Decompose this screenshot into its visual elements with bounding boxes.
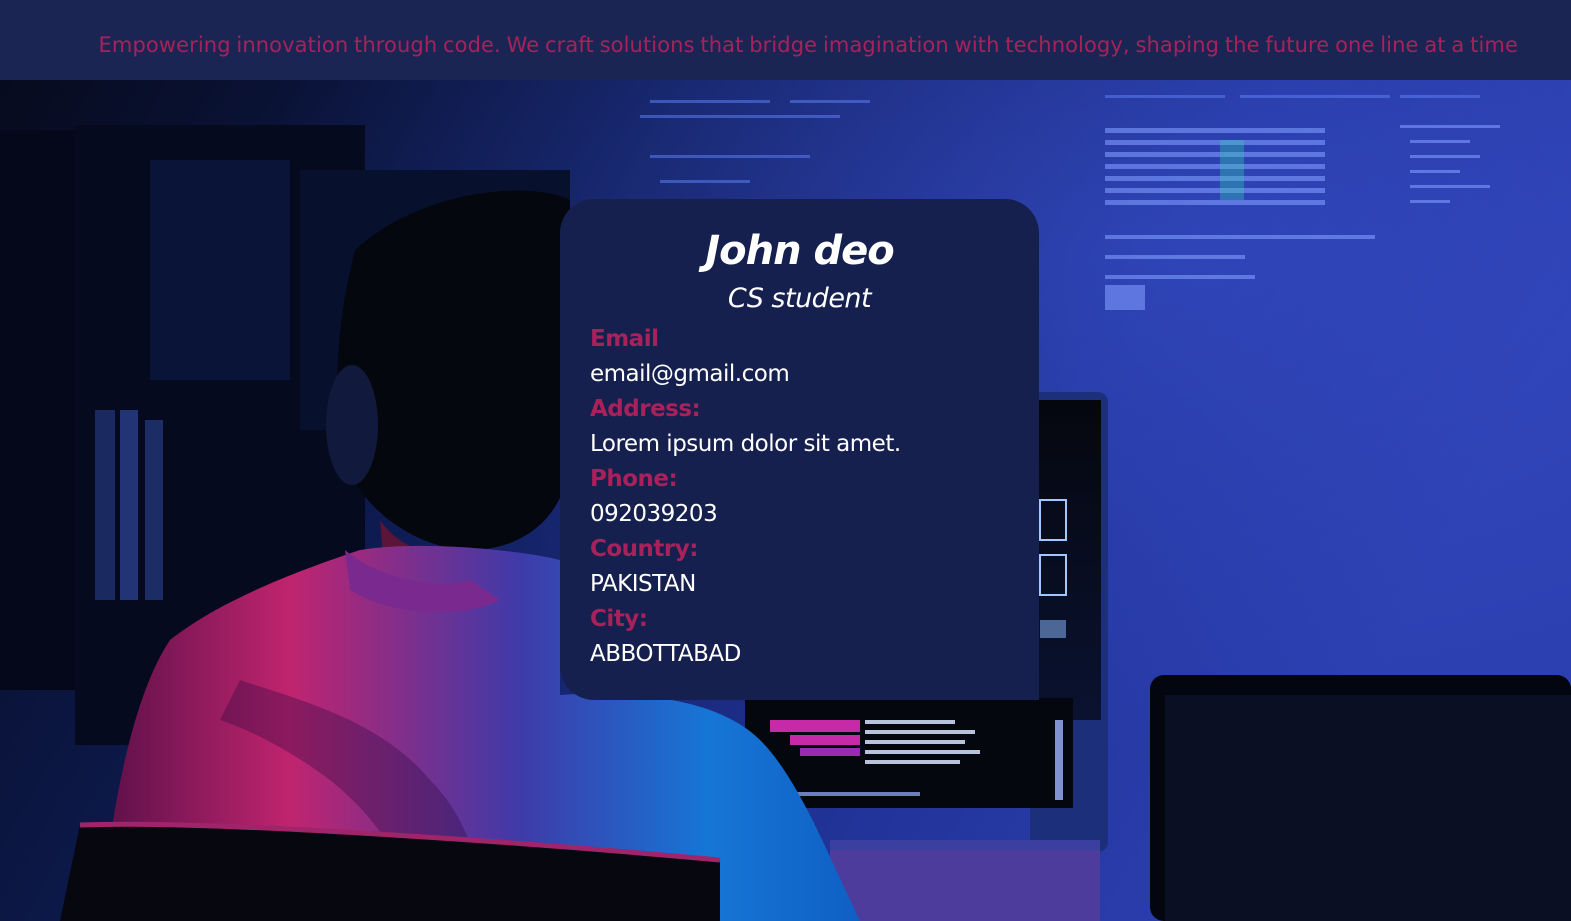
email-label: Email [590, 326, 659, 352]
profile-details: Email email@gmail.com Address: Lorem ips… [590, 324, 1010, 674]
city-value: ABBOTTABAD [590, 641, 741, 667]
banner-tagline: Empowering innovation through code. We c… [98, 33, 1518, 57]
profile-role: CS student [727, 283, 872, 314]
phone-value: 092039203 [590, 501, 718, 527]
city-label: City: [590, 606, 648, 632]
address-label: Address: [590, 396, 701, 422]
email-value: email@gmail.com [590, 361, 790, 387]
page: Empowering innovation through code. We c… [0, 0, 1571, 921]
address-value: Lorem ipsum dolor sit amet. [590, 431, 901, 457]
profile-card: John deo CS student Email email@gmail.co… [560, 199, 1039, 700]
country-value: PAKISTAN [590, 571, 696, 597]
country-label: Country: [590, 536, 698, 562]
profile-name: John deo [705, 228, 894, 274]
top-banner: Empowering innovation through code. We c… [0, 0, 1571, 80]
phone-label: Phone: [590, 466, 678, 492]
